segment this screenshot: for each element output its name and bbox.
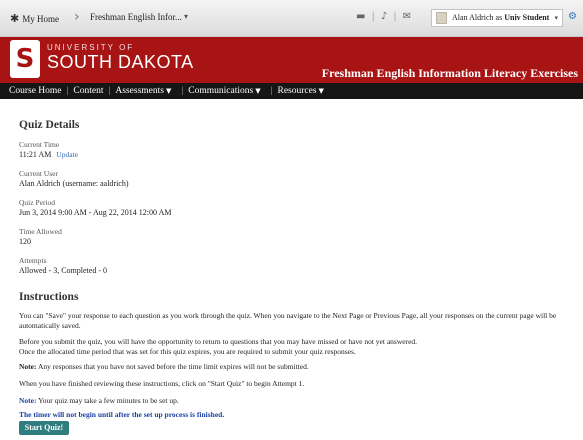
note-text: Any responses that you have not saved be…: [36, 362, 309, 371]
nav-communications[interactable]: Communications: [188, 86, 253, 96]
divider: |: [181, 86, 184, 96]
university-name: SOUTH DAKOTA: [47, 52, 194, 72]
settings-icon[interactable]: ⚙: [568, 11, 577, 22]
course-dropdown-icon[interactable]: ▾: [184, 12, 188, 21]
notification-icons: ▬ | ♪ | ✉: [356, 11, 411, 22]
nav-course-home[interactable]: Course Home: [9, 86, 62, 96]
nav-resources[interactable]: Resources: [278, 86, 317, 96]
top-navbar: ✱ My Home › Freshman English Infor... ▾ …: [0, 0, 583, 37]
attempts-label: Attempts: [19, 256, 47, 265]
quiz-details-heading: Quiz Details: [19, 119, 80, 131]
nav-content[interactable]: Content: [73, 86, 103, 96]
divider: |: [393, 11, 397, 22]
instructions-p2-line2: Once the allocated time period that was …: [19, 347, 356, 356]
instructions-p1-line1: You can "Save" your response to each que…: [19, 311, 557, 320]
update-link[interactable]: Update: [56, 150, 78, 159]
chevron-down-icon: ▼: [318, 87, 324, 95]
current-time-row: 11:21 AM Update: [19, 150, 78, 159]
course-navbar: Course Home | Content | Assessments ▼ | C…: [0, 83, 583, 99]
instructions-paragraph-1: You can "Save" your response to each que…: [19, 311, 579, 331]
current-time-label: Current Time: [19, 140, 60, 149]
instructions-p2-line1: Before you submit the quiz, you will hav…: [19, 337, 418, 346]
my-home-link[interactable]: ✱ My Home: [10, 12, 59, 25]
current-user-value: Alan Aldrich (username: aaldrich): [19, 179, 129, 188]
chevron-down-icon: ▼: [165, 87, 172, 95]
chevron-down-icon: ▼: [255, 87, 261, 95]
current-user-label: Current User: [19, 169, 58, 178]
course-title: Freshman English Information Literacy Ex…: [321, 66, 578, 80]
breadcrumb-chevron-icon: ›: [74, 9, 80, 25]
note-label: Note:: [19, 362, 37, 371]
update-alerts-icon[interactable]: ✉: [403, 11, 411, 22]
quiz-period-value: Jun 3, 2014 9:00 AM - Aug 22, 2014 12:00…: [19, 208, 172, 217]
current-time-value: 11:21 AM: [19, 150, 52, 159]
note-label: Note:: [19, 396, 37, 405]
course-banner: S UNIVERSITY OF SOUTH DAKOTA Freshman En…: [0, 37, 583, 83]
subscription-alerts-icon[interactable]: ♪: [381, 11, 387, 22]
start-instructions-text: When you have finished reviewing these i…: [19, 379, 305, 388]
timer-note: The timer will not begin until after the…: [19, 410, 225, 419]
setup-note: Note: Your quiz may take a few minutes t…: [19, 396, 579, 406]
chevron-down-icon: ▾: [554, 14, 558, 22]
instructions-p1-line2: automatically saved.: [19, 321, 81, 330]
usd-logo-icon: S: [10, 40, 40, 78]
divider: |: [371, 11, 375, 22]
time-allowed-value: 120: [19, 237, 31, 246]
divider: |: [108, 86, 111, 96]
divider: |: [270, 86, 273, 96]
instructions-heading: Instructions: [19, 291, 79, 303]
quiz-period-label: Quiz Period: [19, 198, 56, 207]
save-note: Note: Any responses that you have not sa…: [19, 362, 579, 372]
attempts-value: Allowed - 3, Completed - 0: [19, 266, 107, 275]
my-home-label: My Home: [22, 13, 59, 24]
course-breadcrumb[interactable]: Freshman English Infor...: [90, 12, 182, 22]
avatar: [436, 12, 447, 24]
instructions-paragraph-2: Before you submit the quiz, you will hav…: [19, 337, 579, 357]
message-alerts-icon[interactable]: ▬: [356, 11, 365, 22]
user-name: Alan Aldrich as: [452, 13, 505, 22]
time-allowed-label: Time Allowed: [19, 227, 62, 236]
user-menu[interactable]: Alan Aldrich as Univ Student ▾: [431, 9, 563, 27]
start-quiz-button[interactable]: Start Quiz!: [19, 421, 69, 435]
nav-assessments[interactable]: Assessments: [115, 86, 164, 96]
home-flower-icon: ✱: [10, 13, 20, 25]
note-text: Your quiz may take a few minutes to be s…: [36, 396, 179, 405]
divider: |: [66, 86, 69, 96]
user-role: Univ Student: [504, 13, 550, 22]
university-of-text: UNIVERSITY OF: [47, 43, 135, 52]
